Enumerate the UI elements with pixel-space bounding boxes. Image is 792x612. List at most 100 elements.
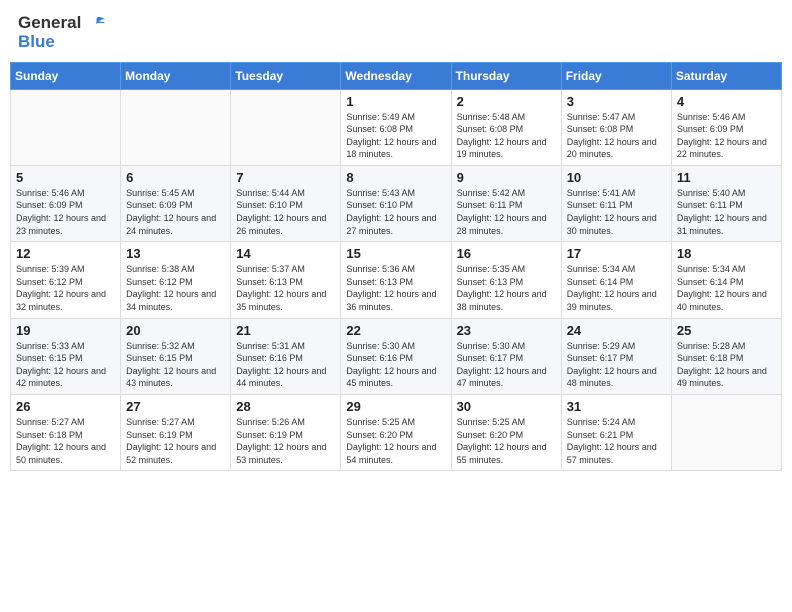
day-number: 4 <box>677 94 776 109</box>
calendar-cell: 6Sunrise: 5:45 AM Sunset: 6:09 PM Daylig… <box>121 165 231 241</box>
day-number: 21 <box>236 323 335 338</box>
calendar-cell: 26 Sunrise: 5:27 AM Sunset: 6:18 PM Dayli… <box>11 395 121 471</box>
day-number: 3 <box>567 94 666 109</box>
calendar-week-4: 19 Sunrise: 5:33 AM Sunset: 6:15 PM Dayli… <box>11 318 782 394</box>
calendar-cell: 10 Sunrise: 5:41 AM Sunset: 6:11 PM Dayli… <box>561 165 671 241</box>
calendar-cell: 30 Sunrise: 5:25 AM Sunset: 6:20 PM Dayli… <box>451 395 561 471</box>
day-number: 23 <box>457 323 556 338</box>
weekday-header-wednesday: Wednesday <box>341 62 451 89</box>
logo: General Blue <box>18 14 106 50</box>
day-number: 2 <box>457 94 556 109</box>
day-number: 1 <box>346 94 445 109</box>
bird-icon <box>88 15 106 33</box>
day-number: 12 <box>16 246 115 261</box>
day-number: 18 <box>677 246 776 261</box>
calendar-cell: 27 Sunrise: 5:27 AM Sunset: 6:19 PM Dayli… <box>121 395 231 471</box>
day-info: Sunrise: 5:44 AM Sunset: 6:10 PM Dayligh… <box>236 187 335 237</box>
day-number: 17 <box>567 246 666 261</box>
day-number: 19 <box>16 323 115 338</box>
calendar-cell: 25Sunrise: 5:28 AM Sunset: 6:18 PM Dayli… <box>671 318 781 394</box>
day-number: 29 <box>346 399 445 414</box>
day-number: 8 <box>346 170 445 185</box>
day-number: 5 <box>16 170 115 185</box>
calendar-cell: 3 Sunrise: 5:47 AM Sunset: 6:08 PM Daylig… <box>561 89 671 165</box>
day-number: 27 <box>126 399 225 414</box>
calendar-cell: 19 Sunrise: 5:33 AM Sunset: 6:15 PM Dayli… <box>11 318 121 394</box>
weekday-header-sunday: Sunday <box>11 62 121 89</box>
calendar-week-2: 5 Sunrise: 5:46 AM Sunset: 6:09 PM Daylig… <box>11 165 782 241</box>
calendar-week-1: 1 Sunrise: 5:49 AM Sunset: 6:08 PM Daylig… <box>11 89 782 165</box>
calendar-cell: 28 Sunrise: 5:26 AM Sunset: 6:19 PM Dayli… <box>231 395 341 471</box>
day-info: Sunrise: 5:46 AM Sunset: 6:09 PM Dayligh… <box>16 187 115 237</box>
calendar-cell: 4 Sunrise: 5:46 AM Sunset: 6:09 PM Daylig… <box>671 89 781 165</box>
calendar-cell: 23Sunrise: 5:30 AM Sunset: 6:17 PM Dayli… <box>451 318 561 394</box>
day-info: Sunrise: 5:32 AM Sunset: 6:15 PM Dayligh… <box>126 340 225 390</box>
calendar-cell: 13 Sunrise: 5:38 AM Sunset: 6:12 PM Dayli… <box>121 242 231 318</box>
calendar-cell: 21Sunrise: 5:31 AM Sunset: 6:16 PM Dayli… <box>231 318 341 394</box>
day-info: Sunrise: 5:35 AM Sunset: 6:13 PM Dayligh… <box>457 263 556 313</box>
calendar-cell: 15 Sunrise: 5:36 AM Sunset: 6:13 PM Dayli… <box>341 242 451 318</box>
day-info: Sunrise: 5:39 AM Sunset: 6:12 PM Dayligh… <box>16 263 115 313</box>
day-info: Sunrise: 5:47 AM Sunset: 6:08 PM Dayligh… <box>567 111 666 161</box>
day-number: 30 <box>457 399 556 414</box>
day-info: Sunrise: 5:27 AM Sunset: 6:19 PM Dayligh… <box>126 416 225 466</box>
day-number: 20 <box>126 323 225 338</box>
day-info: Sunrise: 5:48 AM Sunset: 6:08 PM Dayligh… <box>457 111 556 161</box>
calendar-cell <box>671 395 781 471</box>
day-info: Sunrise: 5:26 AM Sunset: 6:19 PM Dayligh… <box>236 416 335 466</box>
calendar-cell: 7 Sunrise: 5:44 AM Sunset: 6:10 PM Daylig… <box>231 165 341 241</box>
day-info: Sunrise: 5:49 AM Sunset: 6:08 PM Dayligh… <box>346 111 445 161</box>
day-info: Sunrise: 5:38 AM Sunset: 6:12 PM Dayligh… <box>126 263 225 313</box>
day-number: 9 <box>457 170 556 185</box>
day-info: Sunrise: 5:42 AM Sunset: 6:11 PM Dayligh… <box>457 187 556 237</box>
calendar-cell <box>121 89 231 165</box>
day-info: Sunrise: 5:27 AM Sunset: 6:18 PM Dayligh… <box>16 416 115 466</box>
weekday-header-saturday: Saturday <box>671 62 781 89</box>
calendar-week-3: 12 Sunrise: 5:39 AM Sunset: 6:12 PM Dayli… <box>11 242 782 318</box>
day-info: Sunrise: 5:41 AM Sunset: 6:11 PM Dayligh… <box>567 187 666 237</box>
calendar-cell: 12 Sunrise: 5:39 AM Sunset: 6:12 PM Dayli… <box>11 242 121 318</box>
day-number: 14 <box>236 246 335 261</box>
day-number: 24 <box>567 323 666 338</box>
day-number: 13 <box>126 246 225 261</box>
day-number: 10 <box>567 170 666 185</box>
day-info: Sunrise: 5:25 AM Sunset: 6:20 PM Dayligh… <box>346 416 445 466</box>
weekday-header-row: SundayMondayTuesdayWednesdayThursdayFrid… <box>11 62 782 89</box>
day-number: 15 <box>346 246 445 261</box>
calendar-week-5: 26 Sunrise: 5:27 AM Sunset: 6:18 PM Dayli… <box>11 395 782 471</box>
calendar-cell: 16 Sunrise: 5:35 AM Sunset: 6:13 PM Dayli… <box>451 242 561 318</box>
day-number: 7 <box>236 170 335 185</box>
calendar-cell: 22Sunrise: 5:30 AM Sunset: 6:16 PM Dayli… <box>341 318 451 394</box>
day-info: Sunrise: 5:30 AM Sunset: 6:16 PM Dayligh… <box>346 340 445 390</box>
calendar-cell: 24 Sunrise: 5:29 AM Sunset: 6:17 PM Dayli… <box>561 318 671 394</box>
calendar-cell: 17 Sunrise: 5:34 AM Sunset: 6:14 PM Dayli… <box>561 242 671 318</box>
calendar-cell: 11 Sunrise: 5:40 AM Sunset: 6:11 PM Dayli… <box>671 165 781 241</box>
weekday-header-monday: Monday <box>121 62 231 89</box>
day-number: 25 <box>677 323 776 338</box>
day-info: Sunrise: 5:45 AM Sunset: 6:09 PM Dayligh… <box>126 187 225 237</box>
day-info: Sunrise: 5:25 AM Sunset: 6:20 PM Dayligh… <box>457 416 556 466</box>
logo-blue: Blue <box>18 33 106 50</box>
day-info: Sunrise: 5:40 AM Sunset: 6:11 PM Dayligh… <box>677 187 776 237</box>
day-info: Sunrise: 5:46 AM Sunset: 6:09 PM Dayligh… <box>677 111 776 161</box>
day-number: 16 <box>457 246 556 261</box>
day-info: Sunrise: 5:43 AM Sunset: 6:10 PM Dayligh… <box>346 187 445 237</box>
calendar-cell: 5 Sunrise: 5:46 AM Sunset: 6:09 PM Daylig… <box>11 165 121 241</box>
calendar-cell: 9 Sunrise: 5:42 AM Sunset: 6:11 PM Daylig… <box>451 165 561 241</box>
day-info: Sunrise: 5:24 AM Sunset: 6:21 PM Dayligh… <box>567 416 666 466</box>
calendar-cell: 18Sunrise: 5:34 AM Sunset: 6:14 PM Dayli… <box>671 242 781 318</box>
day-info: Sunrise: 5:34 AM Sunset: 6:14 PM Dayligh… <box>567 263 666 313</box>
day-info: Sunrise: 5:33 AM Sunset: 6:15 PM Dayligh… <box>16 340 115 390</box>
logo-general: General <box>18 14 106 33</box>
calendar-cell: 2 Sunrise: 5:48 AM Sunset: 6:08 PM Daylig… <box>451 89 561 165</box>
day-number: 28 <box>236 399 335 414</box>
weekday-header-tuesday: Tuesday <box>231 62 341 89</box>
calendar-cell: 29 Sunrise: 5:25 AM Sunset: 6:20 PM Dayli… <box>341 395 451 471</box>
day-info: Sunrise: 5:29 AM Sunset: 6:17 PM Dayligh… <box>567 340 666 390</box>
calendar-cell: 20 Sunrise: 5:32 AM Sunset: 6:15 PM Dayli… <box>121 318 231 394</box>
day-number: 11 <box>677 170 776 185</box>
day-info: Sunrise: 5:36 AM Sunset: 6:13 PM Dayligh… <box>346 263 445 313</box>
calendar-cell: 8 Sunrise: 5:43 AM Sunset: 6:10 PM Daylig… <box>341 165 451 241</box>
day-number: 26 <box>16 399 115 414</box>
weekday-header-friday: Friday <box>561 62 671 89</box>
